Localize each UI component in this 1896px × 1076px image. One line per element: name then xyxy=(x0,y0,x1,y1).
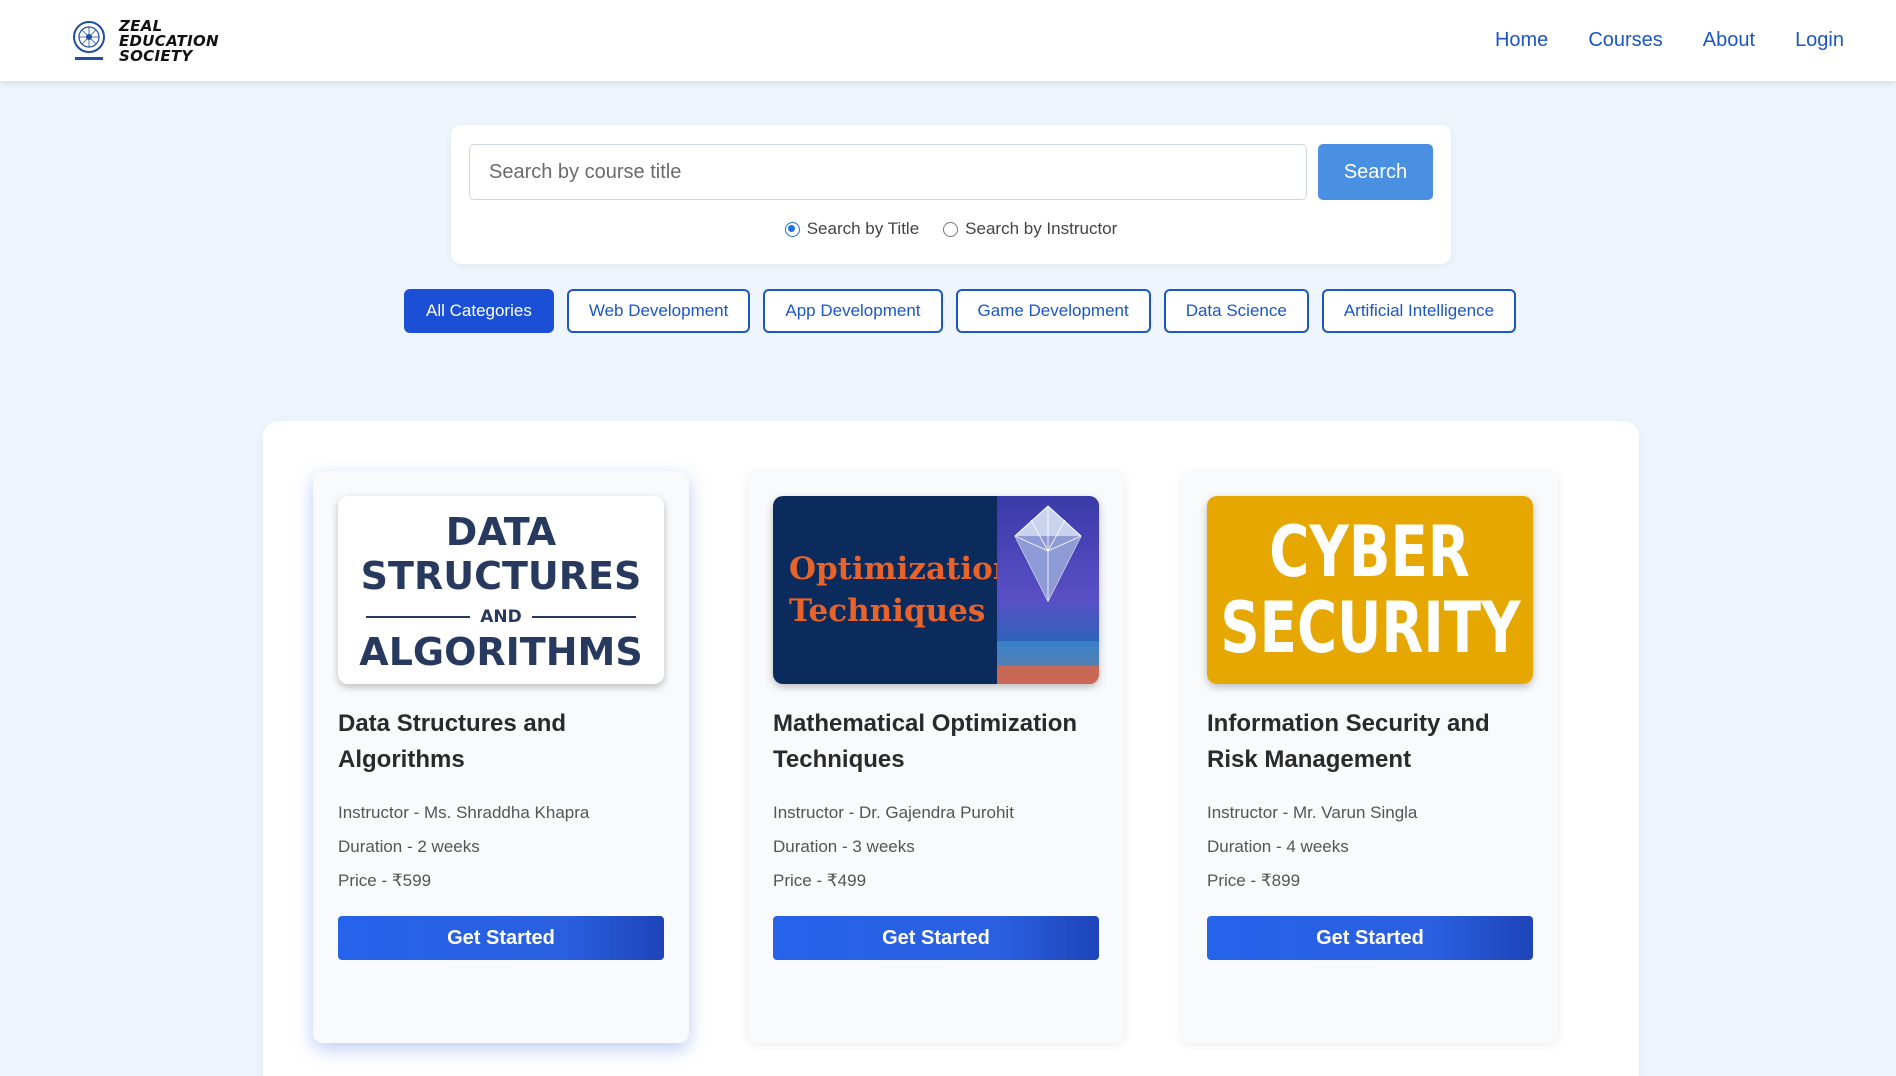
logo-wordmark: ZEAL EDUCATION SOCIETY xyxy=(119,18,219,65)
seal-icon xyxy=(71,17,107,65)
cover-text: ALGORITHMS xyxy=(359,630,643,674)
search-by-title-option[interactable]: Search by Title xyxy=(784,219,920,239)
search-button[interactable]: Search xyxy=(1318,144,1433,200)
site-logo[interactable]: ZEAL EDUCATION SOCIETY xyxy=(71,16,221,66)
cover-title: Optimization Techniques xyxy=(789,548,1015,632)
get-started-button[interactable]: Get Started xyxy=(1207,916,1533,960)
cover-text: SECURITY xyxy=(1219,587,1521,669)
course-instructor: Instructor - Ms. Shraddha Khapra xyxy=(338,803,590,822)
search-panel: Search Search by Title Search by Instruc… xyxy=(451,125,1451,264)
course-price: Price - ₹499 xyxy=(773,871,867,890)
category-game-development[interactable]: Game Development xyxy=(955,289,1151,333)
category-data-science[interactable]: Data Science xyxy=(1163,289,1309,333)
cover-divider: AND xyxy=(366,607,636,627)
optimization-cover-art: Optimization Techniques xyxy=(773,496,1099,684)
course-duration: Duration - 4 weeks xyxy=(1207,837,1349,856)
course-list-panel: DATA STRUCTURES AND ALGORITHMS Data Stru… xyxy=(263,421,1639,1076)
course-card[interactable]: Optimization Techniques Mathematical Opt… xyxy=(748,471,1124,1043)
search-by-instructor-option[interactable]: Search by Instructor xyxy=(943,219,1117,239)
course-price: Price - ₹599 xyxy=(338,871,432,890)
cyber-security-cover-art: CYBER SECURITY xyxy=(1207,496,1533,684)
radio-instructor[interactable] xyxy=(943,221,959,237)
dsa-cover-art: DATA STRUCTURES AND ALGORITHMS xyxy=(338,496,664,684)
course-card[interactable]: DATA STRUCTURES AND ALGORITHMS Data Stru… xyxy=(313,471,689,1043)
get-started-button[interactable]: Get Started xyxy=(773,916,1099,960)
course-thumbnail: CYBER SECURITY xyxy=(1207,496,1533,684)
get-started-button[interactable]: Get Started xyxy=(338,916,664,960)
course-instructor: Instructor - Dr. Gajendra Purohit xyxy=(773,803,1014,822)
course-thumbnail: DATA STRUCTURES AND ALGORITHMS xyxy=(338,496,664,684)
search-input[interactable] xyxy=(469,144,1307,200)
logo-line: SOCIETY xyxy=(119,46,193,65)
course-title: Information Security and Risk Management xyxy=(1207,710,1490,773)
radio-title-label: Search by Title xyxy=(806,219,920,238)
course-instructor: Instructor - Mr. Varun Singla xyxy=(1207,803,1418,822)
course-card[interactable]: CYBER SECURITY Information Security and … xyxy=(1182,471,1558,1043)
course-duration: Duration - 3 weeks xyxy=(773,837,915,856)
category-all[interactable]: All Categories xyxy=(404,289,554,333)
cover-text: Techniques xyxy=(789,593,986,629)
nav-about-link[interactable]: About xyxy=(1703,29,1755,52)
course-title: Mathematical Optimization Techniques xyxy=(773,710,1078,773)
nav-home-link[interactable]: Home xyxy=(1495,29,1548,52)
category-app-development[interactable]: App Development xyxy=(763,289,943,333)
diamond-graphic xyxy=(997,496,1099,684)
radio-title[interactable] xyxy=(784,221,800,237)
main-nav: Home Courses About Login xyxy=(1455,0,1844,81)
category-filter-bar: All Categories Web Development App Devel… xyxy=(404,289,1517,333)
cover-text: CYBER xyxy=(1269,511,1471,593)
course-price: Price - ₹899 xyxy=(1207,871,1301,890)
cover-text: STRUCTURES xyxy=(360,554,642,598)
category-web-development[interactable]: Web Development xyxy=(566,289,751,333)
category-artificial-intelligence[interactable]: Artificial Intelligence xyxy=(1321,289,1517,333)
course-duration: Duration - 2 weeks xyxy=(338,837,480,856)
site-header: ZEAL EDUCATION SOCIETY Home Courses Abou… xyxy=(0,0,1896,81)
cover-text: Optimization xyxy=(789,551,1016,587)
cover-text: AND xyxy=(480,607,522,627)
radio-instructor-label: Search by Instructor xyxy=(965,219,1118,238)
search-mode-group: Search by Title Search by Instructor xyxy=(451,219,1451,239)
nav-login-link[interactable]: Login xyxy=(1795,29,1844,52)
course-thumbnail: Optimization Techniques xyxy=(773,496,1099,684)
cover-text: DATA xyxy=(445,510,557,554)
nav-courses-link[interactable]: Courses xyxy=(1588,29,1662,52)
course-title: Data Structures and Algorithms xyxy=(338,710,567,773)
